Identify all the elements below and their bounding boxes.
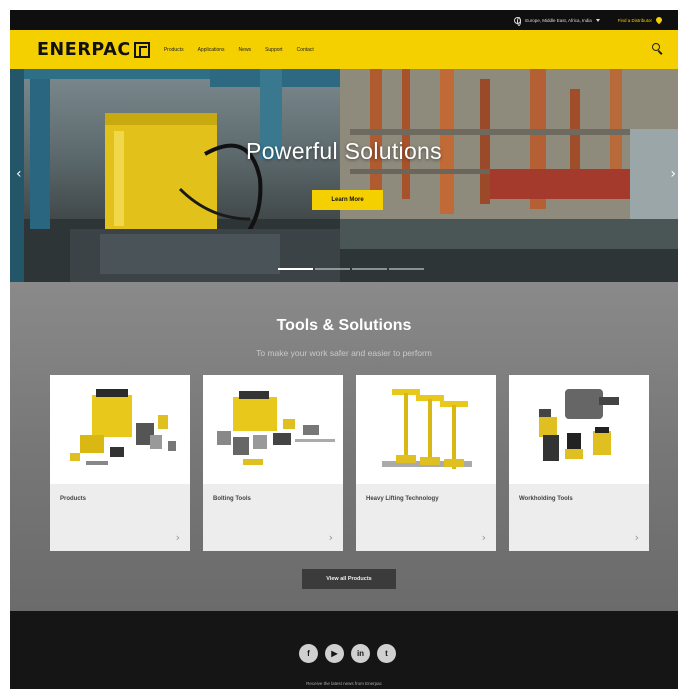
- hero-title: Powerful Solutions: [246, 138, 442, 164]
- footer: f ▶ in t Receive the latest news from En…: [10, 611, 678, 689]
- twitter-icon[interactable]: t: [377, 644, 396, 663]
- category-card-bolting-tools[interactable]: Bolting Tools ›: [203, 375, 343, 551]
- workholding-image: [509, 375, 649, 484]
- facebook-icon[interactable]: f: [299, 644, 318, 663]
- enerpac-logo[interactable]: ENERPAC: [37, 40, 150, 60]
- card-label: Bolting Tools: [213, 496, 251, 502]
- newsletter-text: Receive the latest news from Enerpac: [306, 681, 382, 686]
- carousel-next-icon[interactable]: ›: [670, 166, 676, 182]
- chevron-down-icon: [595, 18, 600, 22]
- carousel-prev-icon[interactable]: ‹: [16, 166, 22, 182]
- nav-link-support[interactable]: Support: [265, 47, 283, 53]
- nav-link-applications[interactable]: Applications: [198, 47, 225, 53]
- view-all-products-button[interactable]: View all Products: [302, 569, 396, 589]
- card-label: Heavy Lifting Technology: [366, 496, 439, 502]
- location-pin-icon: [654, 15, 664, 25]
- chevron-right-icon: ›: [175, 531, 180, 544]
- nav-link-contact[interactable]: Contact: [297, 47, 314, 53]
- carousel-dot[interactable]: [278, 268, 313, 270]
- find-distributor-label: Find a Distributor: [617, 17, 652, 23]
- heavy-lifting-image: [356, 375, 496, 484]
- find-distributor-link[interactable]: Find a Distributor: [617, 15, 664, 25]
- bolting-tools-image: [203, 375, 343, 484]
- linkedin-icon[interactable]: in: [351, 644, 370, 663]
- category-card-workholding[interactable]: Workholding Tools ›: [509, 375, 649, 551]
- carousel-dot[interactable]: [315, 268, 350, 270]
- section-subtitle: To make your work safer and easier to pe…: [256, 348, 432, 358]
- nav-link-products[interactable]: Products: [164, 47, 184, 53]
- hero-image: [10, 69, 678, 282]
- card-label: Workholding Tools: [519, 496, 573, 502]
- youtube-icon[interactable]: ▶: [325, 644, 344, 663]
- products-image: [50, 375, 190, 484]
- carousel-dot[interactable]: [352, 268, 387, 270]
- logo-mark-icon: [133, 41, 150, 58]
- region-label: Europe, Middle East, Africa, India: [525, 17, 592, 23]
- main-navbar: ENERPAC Products Applications News Suppo…: [10, 30, 678, 69]
- category-card-products[interactable]: Products ›: [50, 375, 190, 551]
- region-selector[interactable]: Europe, Middle East, Africa, India: [514, 16, 600, 26]
- tools-section: Tools & Solutions To make your work safe…: [10, 282, 678, 611]
- chevron-right-icon: ›: [328, 531, 333, 544]
- carousel-indicators: [278, 268, 424, 270]
- card-label: Products: [60, 496, 87, 502]
- section-title: Tools & Solutions: [276, 317, 412, 334]
- page: Europe, Middle East, Africa, India Find …: [10, 10, 678, 689]
- logo-text: ENERPAC: [37, 39, 131, 60]
- social-links: f ▶ in t: [299, 644, 396, 663]
- category-card-heavy-lifting[interactable]: Heavy Lifting Technology ›: [356, 375, 496, 551]
- chevron-right-icon: ›: [481, 531, 486, 544]
- chevron-right-icon: ›: [634, 531, 639, 544]
- learn-more-button[interactable]: Learn More: [312, 190, 383, 210]
- search-icon[interactable]: [652, 43, 664, 55]
- nav-link-news[interactable]: News: [239, 47, 252, 53]
- utility-bar: Europe, Middle East, Africa, India Find …: [10, 10, 678, 30]
- hero-banner: Powerful Solutions Learn More ‹ ›: [10, 69, 678, 282]
- nav-links: Products Applications News Support Conta…: [164, 47, 314, 53]
- globe-icon: [514, 16, 522, 26]
- carousel-dot[interactable]: [389, 268, 424, 270]
